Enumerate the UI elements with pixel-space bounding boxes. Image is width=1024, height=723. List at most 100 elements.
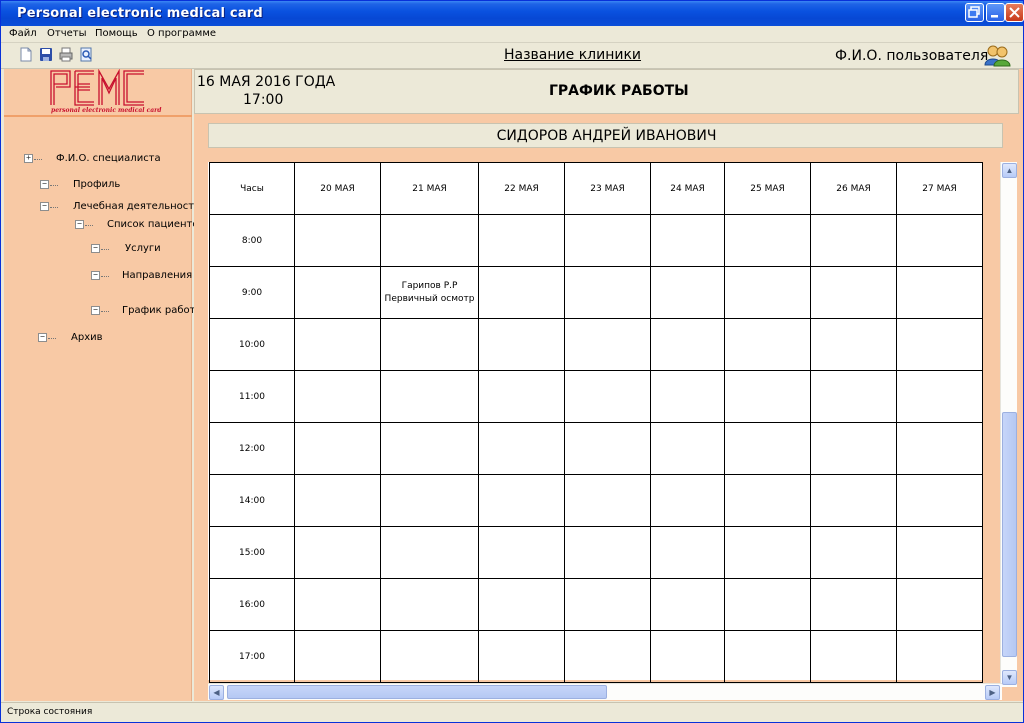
title-bar[interactable]: Personal electronic medical card <box>1 1 1024 26</box>
tree-item-referrals[interactable]: Направления <box>122 270 192 281</box>
schedule-cell[interactable] <box>896 630 983 683</box>
schedule-cell[interactable] <box>564 214 651 267</box>
schedule-cell[interactable] <box>810 630 897 683</box>
tree-item-services[interactable]: Услуги <box>125 243 161 254</box>
schedule-cell[interactable] <box>380 526 479 579</box>
schedule-cell[interactable] <box>294 266 381 319</box>
schedule-cell[interactable] <box>896 214 983 267</box>
schedule-cell[interactable] <box>380 370 479 423</box>
print-icon[interactable] <box>59 47 73 62</box>
tree-item-work-schedule[interactable]: График работы <box>122 305 203 316</box>
menu-file[interactable]: Файл <box>9 28 37 39</box>
schedule-cell[interactable] <box>650 266 725 319</box>
schedule-cell[interactable] <box>478 214 565 267</box>
schedule-cell[interactable] <box>478 474 565 527</box>
schedule-cell[interactable] <box>478 578 565 631</box>
tree-toggle-profile[interactable]: − <box>40 180 49 189</box>
tree-item-specialist[interactable]: Ф.И.О. специалиста <box>56 153 161 164</box>
schedule-cell[interactable] <box>380 474 479 527</box>
schedule-cell[interactable] <box>724 578 811 631</box>
schedule-cell[interactable] <box>724 318 811 371</box>
schedule-cell[interactable] <box>564 474 651 527</box>
schedule-cell[interactable] <box>478 266 565 319</box>
schedule-cell[interactable] <box>650 630 725 683</box>
schedule-cell[interactable] <box>478 526 565 579</box>
schedule-cell[interactable] <box>724 474 811 527</box>
schedule-cell[interactable] <box>564 578 651 631</box>
tree-toggle-archive[interactable]: − <box>38 333 47 342</box>
schedule-cell[interactable] <box>896 422 983 475</box>
schedule-cell[interactable] <box>564 422 651 475</box>
schedule-cell[interactable] <box>810 578 897 631</box>
new-document-icon[interactable] <box>19 47 33 62</box>
vertical-scrollbar[interactable]: ▲ ▼ <box>1000 162 1017 687</box>
appointment-cell[interactable]: Гарипов Р.Р Первичный осмотр <box>380 266 479 319</box>
schedule-cell[interactable] <box>294 370 381 423</box>
menu-reports[interactable]: Отчеты <box>47 28 86 39</box>
clinic-name-link[interactable]: Название клиники <box>504 47 641 63</box>
schedule-cell[interactable] <box>294 526 381 579</box>
restore-button[interactable] <box>965 3 984 22</box>
schedule-cell[interactable] <box>478 422 565 475</box>
schedule-cell[interactable] <box>478 318 565 371</box>
scroll-up-button[interactable]: ▲ <box>1002 163 1017 178</box>
tree-toggle-patient-list[interactable]: − <box>75 220 84 229</box>
schedule-cell[interactable] <box>478 370 565 423</box>
horizontal-scrollbar[interactable]: ◀ ▶ <box>208 683 1002 700</box>
schedule-cell[interactable] <box>810 318 897 371</box>
schedule-cell[interactable] <box>294 474 381 527</box>
schedule-cell[interactable] <box>478 630 565 683</box>
schedule-cell[interactable] <box>810 214 897 267</box>
schedule-cell[interactable] <box>896 578 983 631</box>
schedule-cell[interactable] <box>724 370 811 423</box>
schedule-cell[interactable] <box>294 422 381 475</box>
schedule-cell[interactable] <box>650 578 725 631</box>
print-preview-icon[interactable] <box>79 47 93 62</box>
schedule-cell[interactable] <box>650 370 725 423</box>
minimize-button[interactable] <box>986 3 1005 22</box>
vertical-scroll-thumb[interactable] <box>1002 412 1017 657</box>
tree-item-patient-list[interactable]: Список пациентов <box>107 219 204 230</box>
menu-about[interactable]: О программе <box>147 28 216 39</box>
schedule-cell[interactable] <box>380 422 479 475</box>
schedule-cell[interactable] <box>380 214 479 267</box>
schedule-cell[interactable] <box>650 318 725 371</box>
schedule-cell[interactable] <box>650 526 725 579</box>
schedule-cell[interactable] <box>810 370 897 423</box>
schedule-cell[interactable] <box>896 266 983 319</box>
schedule-cell[interactable] <box>380 630 479 683</box>
tree-toggle-work-schedule[interactable]: − <box>91 306 100 315</box>
schedule-cell[interactable] <box>650 422 725 475</box>
tree-toggle-medical-activity[interactable]: − <box>40 202 49 211</box>
tree-item-medical-activity[interactable]: Лечебная деятельность <box>73 201 200 212</box>
scroll-right-button[interactable]: ▶ <box>985 685 1000 700</box>
schedule-cell[interactable] <box>724 266 811 319</box>
schedule-cell[interactable] <box>564 318 651 371</box>
users-icon[interactable] <box>983 43 1011 67</box>
schedule-cell[interactable] <box>650 214 725 267</box>
tree-toggle-specialist[interactable]: + <box>24 154 33 163</box>
schedule-cell[interactable] <box>810 266 897 319</box>
schedule-cell[interactable] <box>724 526 811 579</box>
save-icon[interactable] <box>39 47 53 62</box>
schedule-cell[interactable] <box>564 266 651 319</box>
schedule-cell[interactable] <box>564 526 651 579</box>
tree-toggle-services[interactable]: − <box>91 244 100 253</box>
schedule-cell[interactable] <box>294 630 381 683</box>
schedule-cell[interactable] <box>896 370 983 423</box>
close-button[interactable] <box>1005 3 1024 22</box>
schedule-cell[interactable] <box>810 526 897 579</box>
tree-toggle-referrals[interactable]: − <box>91 271 100 280</box>
schedule-cell[interactable] <box>294 214 381 267</box>
schedule-cell[interactable] <box>724 630 811 683</box>
schedule-cell[interactable] <box>564 630 651 683</box>
schedule-cell[interactable] <box>380 578 479 631</box>
schedule-cell[interactable] <box>724 214 811 267</box>
scroll-left-button[interactable]: ◀ <box>209 685 224 700</box>
schedule-cell[interactable] <box>294 318 381 371</box>
tree-item-profile[interactable]: Профиль <box>73 179 120 190</box>
schedule-cell[interactable] <box>896 526 983 579</box>
schedule-cell[interactable] <box>564 370 651 423</box>
schedule-cell[interactable] <box>810 474 897 527</box>
schedule-cell[interactable] <box>896 318 983 371</box>
